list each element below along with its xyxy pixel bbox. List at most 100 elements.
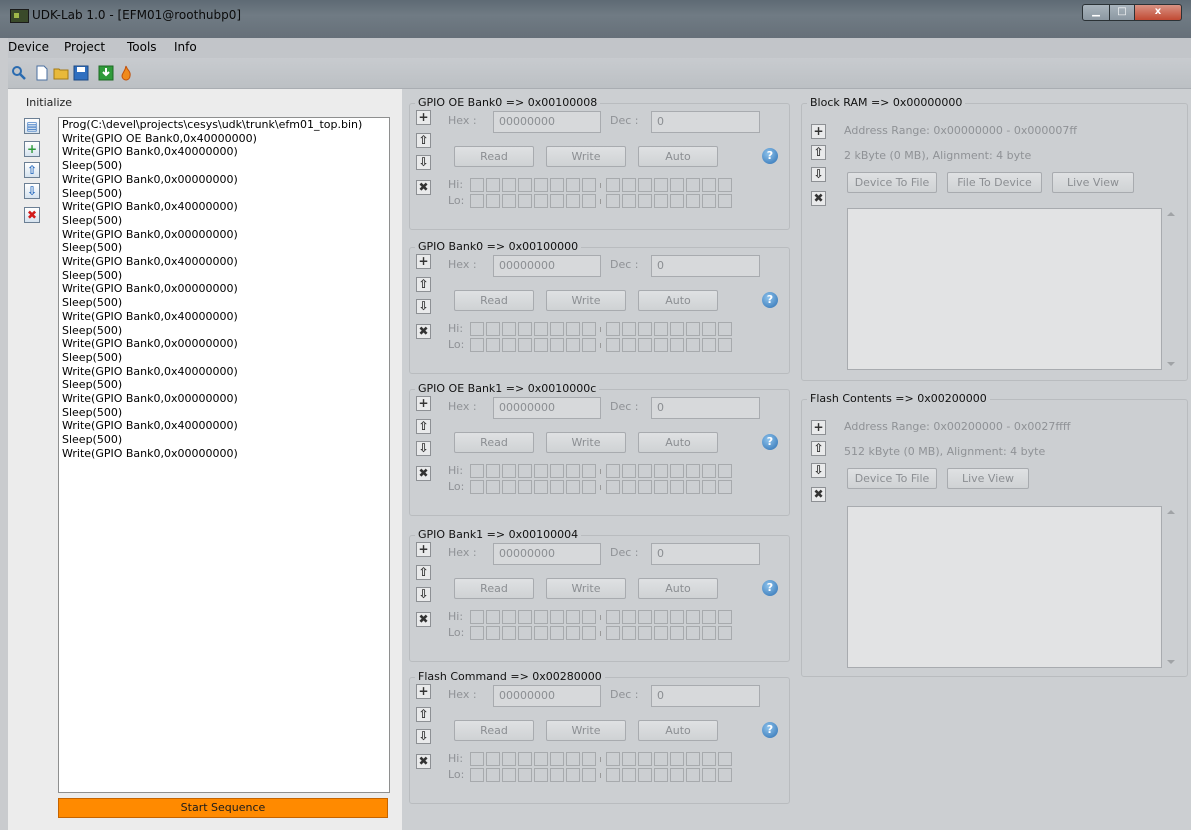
bit-checkbox[interactable] bbox=[686, 464, 700, 478]
scroll-down-icon[interactable] bbox=[1167, 362, 1175, 366]
bit-checkbox[interactable] bbox=[638, 338, 652, 352]
bit-checkbox[interactable] bbox=[550, 322, 564, 336]
bit-checkbox[interactable] bbox=[534, 338, 548, 352]
memory-view[interactable] bbox=[847, 506, 1162, 668]
bit-checkbox[interactable] bbox=[470, 752, 484, 766]
bit-checkbox[interactable] bbox=[686, 338, 700, 352]
bit-checkbox[interactable] bbox=[550, 480, 564, 494]
bit-checkbox[interactable] bbox=[502, 610, 516, 624]
hex-field[interactable]: 00000000 bbox=[493, 397, 601, 419]
add-entry-icon[interactable]: + bbox=[24, 141, 40, 157]
bit-checkbox[interactable] bbox=[622, 626, 636, 640]
sequence-item[interactable]: Sleep(500) bbox=[59, 406, 389, 420]
bit-checkbox[interactable] bbox=[622, 752, 636, 766]
bit-checkbox[interactable] bbox=[470, 322, 484, 336]
help-icon[interactable]: ? bbox=[762, 580, 778, 596]
bit-checkbox[interactable] bbox=[686, 752, 700, 766]
dec-field[interactable]: 0 bbox=[651, 543, 760, 565]
auto-button[interactable]: Auto bbox=[638, 578, 718, 599]
bit-checkbox[interactable] bbox=[638, 322, 652, 336]
down-icon[interactable]: ⇩ bbox=[416, 441, 431, 456]
bit-checkbox[interactable] bbox=[622, 322, 636, 336]
hex-field[interactable]: 00000000 bbox=[493, 111, 601, 133]
bit-checkbox[interactable] bbox=[486, 194, 500, 208]
close-button[interactable]: x bbox=[1134, 4, 1182, 21]
new-entry-icon[interactable]: ▤ bbox=[24, 118, 40, 134]
dec-field[interactable]: 0 bbox=[651, 255, 760, 277]
bit-checkbox[interactable] bbox=[718, 480, 732, 494]
bit-checkbox[interactable] bbox=[638, 480, 652, 494]
bit-checkbox[interactable] bbox=[606, 178, 620, 192]
bit-checkbox[interactable] bbox=[582, 610, 596, 624]
bit-checkbox[interactable] bbox=[486, 626, 500, 640]
bit-checkbox[interactable] bbox=[718, 194, 732, 208]
sequence-item[interactable]: Write(GPIO Bank0,0x40000000) bbox=[59, 255, 389, 269]
write-button[interactable]: Write bbox=[546, 578, 626, 599]
write-button[interactable]: Write bbox=[546, 290, 626, 311]
bit-checkbox[interactable] bbox=[606, 322, 620, 336]
memory-view[interactable] bbox=[847, 208, 1162, 370]
bit-checkbox[interactable] bbox=[718, 752, 732, 766]
bit-checkbox[interactable] bbox=[670, 322, 684, 336]
bit-checkbox[interactable] bbox=[470, 610, 484, 624]
sequence-item[interactable]: Sleep(500) bbox=[59, 351, 389, 365]
bit-checkbox[interactable] bbox=[534, 178, 548, 192]
bit-checkbox[interactable] bbox=[686, 610, 700, 624]
download-icon[interactable] bbox=[98, 65, 114, 81]
bit-checkbox[interactable] bbox=[718, 768, 732, 782]
bit-checkbox[interactable] bbox=[502, 752, 516, 766]
bit-checkbox[interactable] bbox=[582, 322, 596, 336]
scroll-up-icon[interactable] bbox=[1167, 212, 1175, 216]
sequence-item[interactable]: Write(GPIO Bank0,0x00000000) bbox=[59, 173, 389, 187]
remove-icon[interactable]: ✖ bbox=[811, 487, 826, 502]
sequence-item[interactable]: Write(GPIO Bank0,0x00000000) bbox=[59, 228, 389, 242]
bit-checkbox[interactable] bbox=[534, 768, 548, 782]
bit-checkbox[interactable] bbox=[486, 752, 500, 766]
bit-checkbox[interactable] bbox=[622, 194, 636, 208]
bit-checkbox[interactable] bbox=[718, 322, 732, 336]
remove-icon[interactable]: ✖ bbox=[416, 612, 431, 627]
sequence-item[interactable]: Write(GPIO OE Bank0,0x40000000) bbox=[59, 132, 389, 146]
sequence-item[interactable]: Write(GPIO Bank0,0x00000000) bbox=[59, 392, 389, 406]
bit-checkbox[interactable] bbox=[686, 178, 700, 192]
bit-checkbox[interactable] bbox=[606, 610, 620, 624]
bit-checkbox[interactable] bbox=[518, 178, 532, 192]
write-button[interactable]: Write bbox=[546, 146, 626, 167]
help-icon[interactable]: ? bbox=[762, 292, 778, 308]
bit-checkbox[interactable] bbox=[534, 194, 548, 208]
bit-checkbox[interactable] bbox=[534, 752, 548, 766]
bit-checkbox[interactable] bbox=[502, 178, 516, 192]
bit-checkbox[interactable] bbox=[518, 768, 532, 782]
bit-checkbox[interactable] bbox=[670, 338, 684, 352]
read-button[interactable]: Read bbox=[454, 720, 534, 741]
bit-checkbox[interactable] bbox=[502, 768, 516, 782]
bit-checkbox[interactable] bbox=[670, 464, 684, 478]
bit-checkbox[interactable] bbox=[518, 626, 532, 640]
bit-checkbox[interactable] bbox=[470, 338, 484, 352]
hex-field[interactable]: 00000000 bbox=[493, 685, 601, 707]
sequence-item[interactable]: Write(GPIO Bank0,0x40000000) bbox=[59, 419, 389, 433]
bit-checkbox[interactable] bbox=[582, 480, 596, 494]
up-icon[interactable]: ⇧ bbox=[416, 565, 431, 580]
help-icon[interactable]: ? bbox=[762, 434, 778, 450]
bit-checkbox[interactable] bbox=[518, 322, 532, 336]
bit-checkbox[interactable] bbox=[622, 338, 636, 352]
bit-checkbox[interactable] bbox=[486, 338, 500, 352]
add-icon[interactable]: + bbox=[416, 542, 431, 557]
bit-checkbox[interactable] bbox=[718, 464, 732, 478]
bit-checkbox[interactable] bbox=[582, 338, 596, 352]
bit-checkbox[interactable] bbox=[566, 338, 580, 352]
bit-checkbox[interactable] bbox=[686, 768, 700, 782]
sequence-item[interactable]: Sleep(500) bbox=[59, 324, 389, 338]
bit-checkbox[interactable] bbox=[502, 626, 516, 640]
maximize-button[interactable]: □ bbox=[1109, 4, 1135, 21]
write-button[interactable]: Write bbox=[546, 432, 626, 453]
bit-checkbox[interactable] bbox=[566, 178, 580, 192]
help-icon[interactable]: ? bbox=[762, 148, 778, 164]
bit-checkbox[interactable] bbox=[670, 480, 684, 494]
sequence-item[interactable]: Write(GPIO Bank0,0x00000000) bbox=[59, 282, 389, 296]
bit-checkbox[interactable] bbox=[518, 752, 532, 766]
bit-checkbox[interactable] bbox=[638, 610, 652, 624]
remove-icon[interactable]: ✖ bbox=[416, 180, 431, 195]
sequence-item[interactable]: Write(GPIO Bank0,0x40000000) bbox=[59, 310, 389, 324]
